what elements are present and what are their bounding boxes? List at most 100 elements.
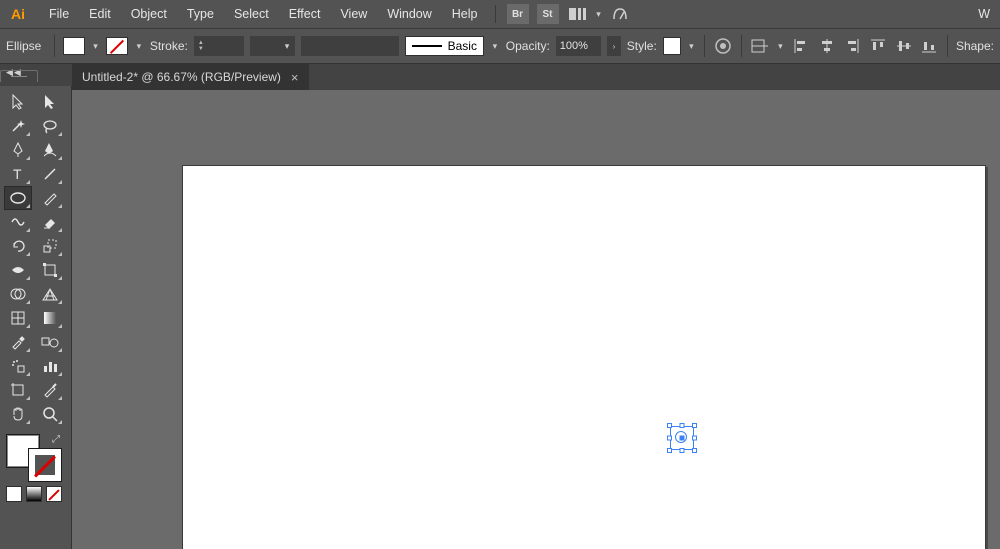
- color-mode-row: [4, 486, 67, 502]
- close-icon[interactable]: ×: [291, 70, 299, 85]
- fill-swatch[interactable]: [63, 37, 85, 55]
- align-right-button[interactable]: [843, 36, 863, 56]
- menu-view[interactable]: View: [331, 3, 376, 25]
- chevron-down-icon[interactable]: ▾: [91, 41, 101, 52]
- menu-window[interactable]: Window: [378, 3, 440, 25]
- magic-wand-tool[interactable]: [4, 114, 32, 138]
- curvature-tool[interactable]: [36, 138, 64, 162]
- menu-type[interactable]: Type: [178, 3, 223, 25]
- align-center-h-button[interactable]: [817, 36, 837, 56]
- align-center-v-button[interactable]: [894, 36, 914, 56]
- selection-tool[interactable]: [4, 90, 32, 114]
- mesh-tool[interactable]: [4, 306, 32, 330]
- free-transform-tool[interactable]: [36, 258, 64, 282]
- align-to-button[interactable]: [750, 36, 770, 56]
- workspace-switcher[interactable]: W: [978, 7, 994, 21]
- chevron-down-icon[interactable]: ▾: [134, 41, 144, 52]
- brush-definition[interactable]: Basic: [405, 36, 484, 56]
- chevron-down-icon[interactable]: ▾: [490, 41, 500, 52]
- handle-ne[interactable]: [692, 423, 697, 428]
- gpu-preview-button[interactable]: [609, 4, 631, 24]
- stroke-spinner[interactable]: ▲▼: [194, 36, 208, 56]
- align-bottom-button[interactable]: [919, 36, 939, 56]
- chevron-down-icon[interactable]: ▾: [594, 9, 604, 20]
- zoom-tool[interactable]: [36, 402, 64, 426]
- graphic-style-swatch[interactable]: [663, 37, 681, 55]
- toolbox-grip[interactable]: [0, 70, 38, 82]
- svg-text:T: T: [13, 167, 22, 181]
- work-area[interactable]: [72, 90, 1000, 549]
- hand-tool[interactable]: [4, 402, 32, 426]
- column-graph-tool[interactable]: [36, 354, 64, 378]
- chevron-down-icon[interactable]: ▾: [776, 41, 786, 52]
- ellipse-tool[interactable]: [4, 186, 32, 210]
- opacity-flyout[interactable]: ›: [607, 36, 621, 56]
- stroke-color-swatch[interactable]: [28, 448, 62, 482]
- stroke-weight-field[interactable]: ▲▼: [194, 36, 244, 56]
- separator: [741, 35, 742, 57]
- toolbox: T ⤢: [0, 86, 72, 549]
- stroke-swatch[interactable]: [106, 37, 128, 55]
- shape-builder-tool[interactable]: [4, 282, 32, 306]
- direct-selection-tool[interactable]: [36, 90, 64, 114]
- align-top-button[interactable]: [868, 36, 888, 56]
- variable-width-profile[interactable]: ▾: [250, 36, 295, 56]
- menu-file[interactable]: File: [40, 3, 78, 25]
- align-left-button[interactable]: [791, 36, 811, 56]
- blend-tool[interactable]: [36, 330, 64, 354]
- arrange-documents-button[interactable]: [567, 4, 589, 24]
- handle-se[interactable]: [692, 448, 697, 453]
- separator: [54, 35, 55, 57]
- pen-tool[interactable]: [4, 138, 32, 162]
- handle-nw[interactable]: [667, 423, 672, 428]
- bridge-button[interactable]: Br: [507, 4, 529, 24]
- color-mode-solid[interactable]: [6, 486, 22, 502]
- eraser-tool[interactable]: [36, 210, 64, 234]
- symbol-sprayer-tool[interactable]: [4, 354, 32, 378]
- stock-button[interactable]: St: [537, 4, 559, 24]
- stroke-weight-input[interactable]: [208, 36, 244, 56]
- menu-edit[interactable]: Edit: [80, 3, 120, 25]
- chevron-down-icon[interactable]: ▾: [687, 41, 697, 52]
- width-tool[interactable]: [4, 258, 32, 282]
- perspective-grid-tool[interactable]: [36, 282, 64, 306]
- color-mode-none[interactable]: [46, 486, 62, 502]
- document-tab[interactable]: Untitled-2* @ 66.67% (RGB/Preview) ×: [72, 64, 309, 90]
- menu-help[interactable]: Help: [443, 3, 487, 25]
- separator: [947, 35, 948, 57]
- opacity-label: Opacity:: [506, 39, 550, 53]
- rotate-tool[interactable]: [4, 234, 32, 258]
- eyedropper-tool[interactable]: [4, 330, 32, 354]
- swap-fill-stroke-icon[interactable]: ⤢: [52, 434, 60, 445]
- menu-object[interactable]: Object: [122, 3, 176, 25]
- style-label: Style:: [627, 39, 657, 53]
- handle-w[interactable]: [667, 436, 672, 441]
- selection-type-label: Ellipse: [6, 39, 46, 53]
- opacity-input[interactable]: 100%: [556, 36, 601, 56]
- artboard-tool[interactable]: [4, 378, 32, 402]
- shaper-tool[interactable]: [4, 210, 32, 234]
- color-mode-gradient[interactable]: [26, 486, 42, 502]
- separator: [495, 5, 496, 23]
- handle-s[interactable]: [680, 448, 685, 453]
- menu-effect[interactable]: Effect: [280, 3, 330, 25]
- brush-definition-wrapper[interactable]: [301, 36, 399, 56]
- center-point-icon[interactable]: [680, 436, 685, 441]
- app-logo: Ai: [6, 4, 30, 24]
- slice-tool[interactable]: [36, 378, 64, 402]
- recolor-artwork-button[interactable]: [713, 36, 733, 56]
- scale-tool[interactable]: [36, 234, 64, 258]
- type-tool[interactable]: T: [4, 162, 32, 186]
- fill-stroke-control[interactable]: ⤢: [6, 434, 62, 482]
- shape-label: Shape:: [956, 39, 994, 53]
- lasso-tool[interactable]: [36, 114, 64, 138]
- gradient-tool[interactable]: [36, 306, 64, 330]
- handle-e[interactable]: [692, 436, 697, 441]
- selected-ellipse[interactable]: [670, 426, 694, 450]
- artboard[interactable]: [182, 165, 986, 549]
- handle-sw[interactable]: [667, 448, 672, 453]
- line-segment-tool[interactable]: [36, 162, 64, 186]
- menu-select[interactable]: Select: [225, 3, 278, 25]
- handle-n[interactable]: [680, 423, 685, 428]
- paintbrush-tool[interactable]: [36, 186, 64, 210]
